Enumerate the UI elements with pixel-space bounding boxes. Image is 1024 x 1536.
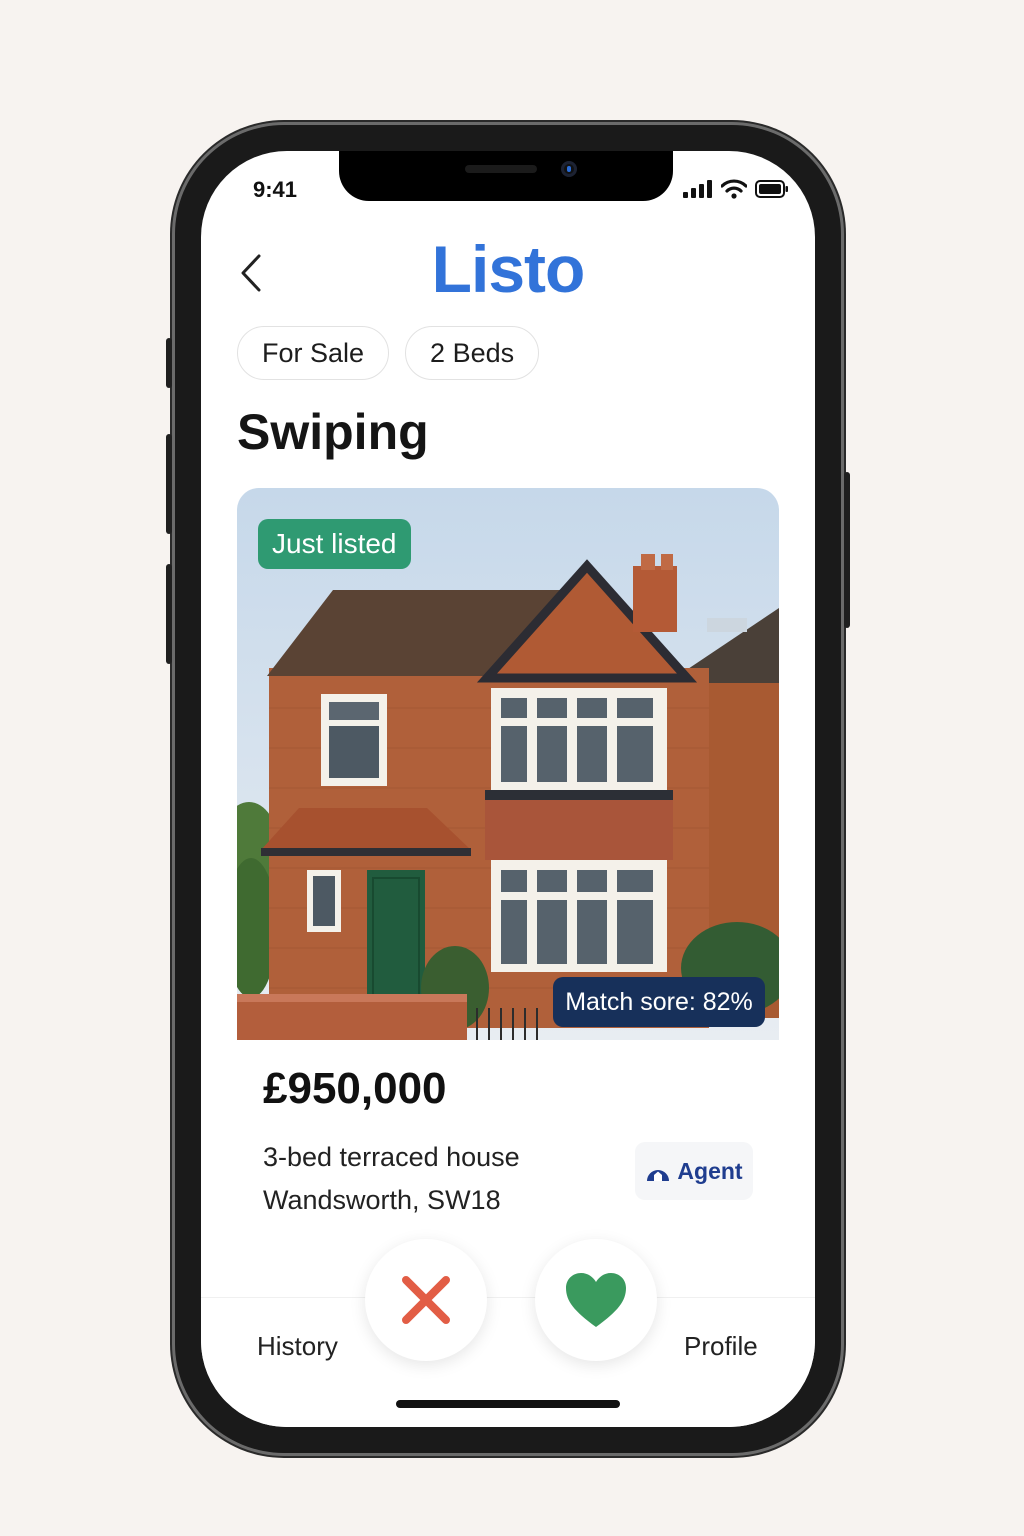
app-logo: Listo	[431, 232, 586, 306]
agent-logo-icon	[647, 1170, 670, 1181]
agent-button[interactable]: Agent	[635, 1142, 753, 1200]
filter-chips: For Sale 2 Beds	[237, 326, 540, 380]
dislike-button[interactable]	[365, 1239, 487, 1361]
property-photo[interactable]: Just listed Match sore: 82%	[237, 488, 779, 1040]
house-image	[237, 488, 779, 1040]
battery-icon	[755, 180, 788, 198]
filter-chip-for-sale[interactable]: For Sale	[237, 326, 390, 380]
property-location: Wandsworth, SW18	[263, 1185, 501, 1215]
front-camera	[561, 161, 577, 177]
mute-switch	[166, 338, 172, 388]
tab-profile[interactable]: Profile	[684, 1331, 758, 1362]
earpiece-speaker	[465, 165, 537, 173]
power-button	[844, 472, 850, 628]
tab-history[interactable]: History	[257, 1331, 338, 1362]
listing-description: 3-bed terraced house Wandsworth, SW18	[263, 1136, 520, 1222]
property-type: 3-bed terraced house	[263, 1142, 520, 1172]
agent-label: Agent	[677, 1157, 743, 1184]
like-button[interactable]	[535, 1239, 657, 1361]
phone-frame: 9:41 Listo For Sale 2 Beds Swiping Just …	[166, 122, 850, 1456]
listing-price: £950,000	[263, 1064, 447, 1113]
just-listed-badge: Just listed	[258, 519, 411, 569]
close-icon	[402, 1276, 450, 1324]
app-screen: 9:41 Listo For Sale 2 Beds Swiping Just …	[201, 151, 815, 1427]
status-icons	[683, 179, 789, 199]
page-title: Swiping	[237, 404, 429, 460]
listing-details[interactable]: £950,000 3-bed terraced house Wandsworth…	[237, 1040, 779, 1220]
filter-chip-beds[interactable]: 2 Beds	[405, 326, 540, 380]
volume-down-button	[166, 564, 172, 664]
notch	[339, 151, 673, 201]
signal-icon	[683, 180, 712, 198]
home-indicator[interactable]	[396, 1400, 620, 1408]
match-score-badge: Match sore: 82%	[553, 977, 765, 1027]
status-time: 9:41	[253, 177, 298, 202]
volume-up-button	[166, 434, 172, 534]
wifi-icon	[721, 179, 747, 199]
heart-icon	[566, 1273, 626, 1327]
